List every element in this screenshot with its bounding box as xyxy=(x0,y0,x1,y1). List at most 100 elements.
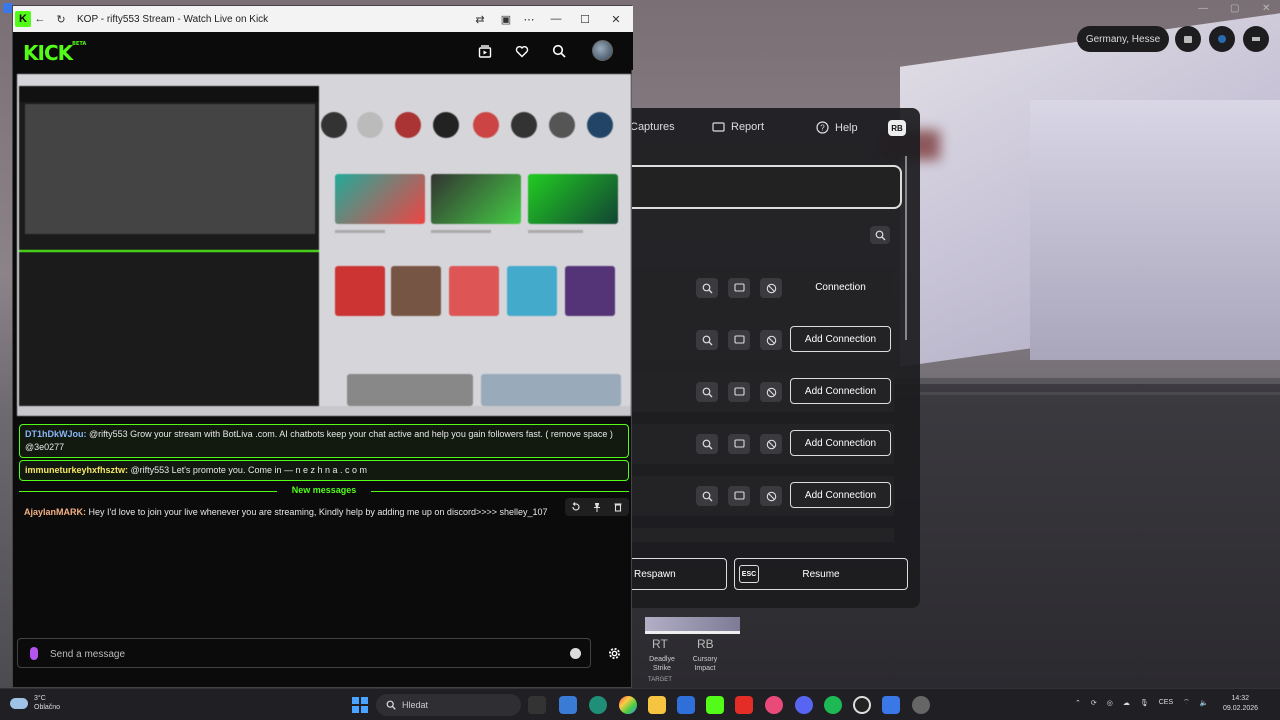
report-icon[interactable] xyxy=(728,278,750,298)
github-icon[interactable] xyxy=(853,696,871,714)
inspect-icon[interactable] xyxy=(696,330,718,350)
zoom-icon[interactable] xyxy=(870,226,890,244)
weather-text: 3°C Oblačno xyxy=(34,694,60,712)
close-icon[interactable]: ✕ xyxy=(608,11,624,27)
block-icon[interactable] xyxy=(760,486,782,506)
controller-icon[interactable] xyxy=(1243,26,1269,52)
mic-icon[interactable]: 🎙 xyxy=(1140,699,1149,707)
mic-icon[interactable] xyxy=(30,647,38,660)
minimize-icon[interactable]: — xyxy=(548,11,564,27)
chat-username[interactable]: DT1hDkWJou: xyxy=(25,429,87,439)
status-icon[interactable] xyxy=(1209,26,1235,52)
store-icon[interactable] xyxy=(559,696,577,714)
add-connection-button[interactable]: Add Connection xyxy=(790,326,891,352)
inspect-icon[interactable] xyxy=(696,382,718,402)
opera-icon[interactable] xyxy=(765,696,783,714)
game-card xyxy=(565,266,615,316)
file-explorer-icon[interactable] xyxy=(648,696,666,714)
inspect-icon[interactable] xyxy=(696,278,718,298)
inspect-icon[interactable] xyxy=(696,486,718,506)
gear-icon[interactable] xyxy=(607,646,621,660)
tab-captures-label: Captures xyxy=(630,121,675,133)
block-icon[interactable] xyxy=(760,382,782,402)
search-icon[interactable] xyxy=(550,42,568,60)
highlighted-chat-message[interactable]: immuneturkeyhxfhsztw: @rifty553 Let's pr… xyxy=(19,460,629,481)
rb-button-hint: RB xyxy=(888,120,906,136)
minimize-icon[interactable]: — xyxy=(1198,3,1208,14)
chat-message[interactable]: AjaylanMARK: Hey I'd love to join your l… xyxy=(24,507,548,517)
copilot-icon[interactable] xyxy=(619,696,637,714)
clock[interactable]: 14:32 09.02.2026 xyxy=(1223,694,1258,714)
kick-logo[interactable]: KICKBETA xyxy=(23,41,86,65)
reply-icon[interactable] xyxy=(569,500,583,514)
more-icon[interactable]: ⋯ xyxy=(521,11,537,27)
task-view-icon[interactable] xyxy=(528,696,546,714)
add-connection-button[interactable]: Add Connection xyxy=(790,430,891,456)
highlighted-chat-message[interactable]: DT1hDkWJou: @rifty553 Grow your stream w… xyxy=(19,424,629,458)
emoji-icon[interactable] xyxy=(570,648,581,659)
report-icon[interactable] xyxy=(728,330,750,350)
chevron-up-icon[interactable]: ⌃ xyxy=(1075,699,1081,707)
ability-hud: RT RB Deadlye Strike Cursory Impact TARG… xyxy=(645,617,745,687)
chat-username[interactable]: immuneturkeyhxfhsztw: xyxy=(25,465,128,475)
report-icon[interactable] xyxy=(728,486,750,506)
delete-icon[interactable] xyxy=(611,500,625,514)
clock-date: 09.02.2026 xyxy=(1223,705,1259,712)
youtube-icon[interactable] xyxy=(735,696,753,714)
menu-scrollbar[interactable] xyxy=(905,156,907,340)
tab-report[interactable]: Report xyxy=(712,121,764,133)
discord-icon[interactable] xyxy=(795,696,813,714)
following-icon[interactable] xyxy=(476,42,494,60)
site-header: KICKBETA xyxy=(13,32,633,70)
cloud-icon[interactable]: ☁ xyxy=(1123,699,1130,707)
app-icon[interactable] xyxy=(882,696,900,714)
maximize-icon[interactable]: ☐ xyxy=(577,11,593,27)
game-card xyxy=(391,266,441,316)
add-connection-button[interactable]: Add Connection xyxy=(790,378,891,404)
network-icon[interactable]: ◎ xyxy=(1107,699,1113,707)
kick-app-icon[interactable] xyxy=(706,696,724,714)
back-icon[interactable]: ← xyxy=(32,11,48,27)
report-icon[interactable] xyxy=(728,434,750,454)
block-icon[interactable] xyxy=(760,434,782,454)
chat-message-input[interactable] xyxy=(50,645,550,663)
tab-captures[interactable]: Captures xyxy=(630,121,675,133)
tab-help[interactable]: ? Help xyxy=(816,121,858,134)
mail-icon[interactable] xyxy=(677,696,695,714)
settings-icon[interactable] xyxy=(912,696,930,714)
weather-widget[interactable]: 3°C Oblačno xyxy=(10,694,60,712)
app-install-icon[interactable]: ▣ xyxy=(498,11,514,27)
avatar-thumb xyxy=(473,112,499,138)
search-icon xyxy=(386,700,396,710)
taskbar-search[interactable]: Hledat xyxy=(376,694,521,716)
reload-icon[interactable]: ↻ xyxy=(53,11,69,27)
avatar[interactable] xyxy=(592,40,613,61)
chat-username[interactable]: AjaylanMARK: xyxy=(24,507,86,517)
stream-video-player[interactable] xyxy=(17,74,631,416)
resume-button[interactable]: ESC Resume xyxy=(734,558,908,590)
spotify-icon[interactable] xyxy=(824,696,842,714)
block-icon[interactable] xyxy=(760,278,782,298)
block-icon[interactable] xyxy=(760,330,782,350)
menu-search-field[interactable] xyxy=(632,165,902,209)
sync-icon[interactable]: ⟳ xyxy=(1091,699,1097,707)
title-bar: K ← ↻ KOP - rifty553 Stream - Watch Live… xyxy=(13,6,633,32)
add-connection-button[interactable]: Add Connection xyxy=(790,482,891,508)
volume-icon[interactable]: 🔈 xyxy=(1200,699,1209,707)
report-icon[interactable] xyxy=(728,382,750,402)
windows-start-icon[interactable] xyxy=(352,697,368,713)
edge-icon[interactable] xyxy=(589,696,607,714)
chat-text: @rifty553 Let's promote you. Come in — n… xyxy=(128,465,367,475)
notifications-icon[interactable] xyxy=(1175,26,1201,52)
wifi-icon[interactable]: ⌔ xyxy=(1183,698,1190,707)
avatar-thumb xyxy=(433,112,459,138)
heart-icon[interactable] xyxy=(513,42,531,60)
restore-icon[interactable]: ▢ xyxy=(1230,3,1239,14)
respawn-button[interactable]: Respawn xyxy=(632,558,727,590)
pin-icon[interactable] xyxy=(590,500,604,514)
language-indicator[interactable]: CES xyxy=(1159,699,1173,706)
translate-icon[interactable]: ⇄ xyxy=(472,11,488,27)
close-icon[interactable]: ✕ xyxy=(1262,3,1270,14)
inspect-icon[interactable] xyxy=(696,434,718,454)
avatar-thumb xyxy=(395,112,421,138)
